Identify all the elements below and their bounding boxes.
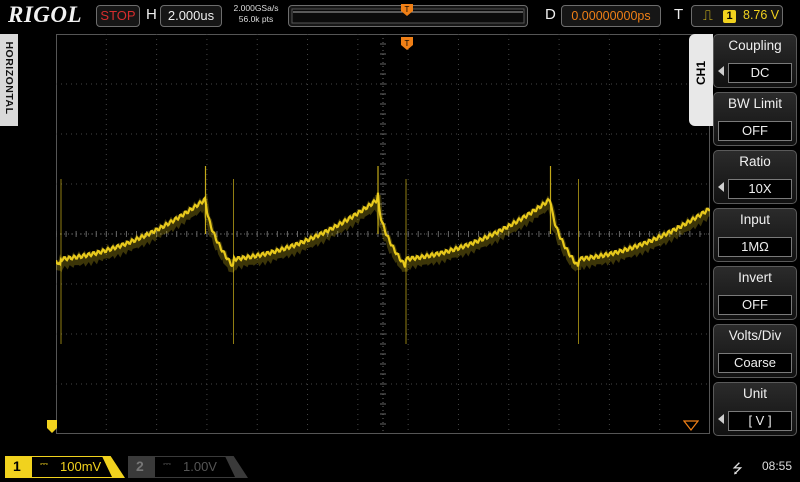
menu-item-value: OFF	[718, 295, 792, 315]
menu-item-value: OFF	[718, 121, 792, 141]
dc-coupling-icon: ⎓	[40, 459, 48, 470]
menu-item-title: BW Limit	[728, 96, 782, 111]
channel-1-scale: 100mV	[60, 459, 102, 474]
trigger-position-marker-icon: T	[401, 4, 413, 16]
menu-item-ratio[interactable]: Ratio 10X	[713, 150, 797, 204]
horizontal-tab-label: HORIZONTAL	[3, 41, 15, 115]
menu-item-title: Unit	[742, 386, 767, 401]
menu-item-invert[interactable]: Invert OFF	[713, 266, 797, 320]
usb-icon: ⭍	[732, 461, 743, 476]
channel-2-info: ⎓ 1.00V	[155, 457, 235, 477]
menu-item-title: Input	[739, 212, 771, 227]
menu-item-value: 1MΩ	[718, 237, 792, 257]
menu-item-title: Coupling	[728, 38, 782, 53]
svg-text:T: T	[405, 39, 410, 48]
rising-edge-icon: ⎍	[703, 7, 713, 23]
brand-logo: RIGOL	[8, 2, 83, 27]
waveform-grid	[56, 34, 710, 434]
menu-item-value: 10X	[728, 179, 792, 199]
acquisition-info: 2.000GSa/s 56.0k pts	[228, 3, 284, 25]
menu-item-title: Ratio	[739, 154, 771, 169]
channel-bar: 1 ⎓ 100mV 2 ⎓ 1.00V ⭍ 08:55	[0, 453, 800, 480]
trigger-settings[interactable]: ⎍ 1 8.76 V	[691, 5, 783, 27]
menu-item-value: Coarse	[718, 353, 792, 373]
chevron-left-icon	[718, 182, 724, 192]
waveform-display[interactable]	[56, 34, 710, 434]
memory-depth: 56.0k pts	[238, 14, 274, 24]
menu-item-bw-limit[interactable]: BW Limit OFF	[713, 92, 797, 146]
ch1-offset-marker-icon[interactable]	[46, 419, 58, 435]
channel-2-badge[interactable]: 2 ⎓ 1.00V	[128, 456, 248, 478]
dc-coupling-icon: ⎓	[163, 459, 171, 470]
menu-item-volts-div[interactable]: Volts/Div Coarse	[713, 324, 797, 378]
trigger-level-marker-icon	[683, 420, 699, 431]
menu-item-value: DC	[728, 63, 792, 83]
memory-overview-bar[interactable]: T	[288, 4, 528, 27]
status-bar: RIGOL STOP H 2.000us 2.000GSa/s 56.0k pt…	[0, 0, 800, 31]
horizontal-side-tab[interactable]: HORIZONTAL	[0, 34, 18, 126]
channel-tab-label: CH1	[694, 61, 708, 86]
run-stop-indicator[interactable]: STOP	[96, 5, 140, 27]
menu-item-title: Invert	[738, 270, 772, 285]
svg-text:T: T	[405, 5, 410, 14]
menu-item-title: Volts/Div	[728, 328, 782, 343]
trigger-time-marker-icon: T	[401, 37, 413, 50]
channel-1-info: ⎓ 100mV	[32, 457, 112, 477]
channel-menu-tab[interactable]: CH1	[689, 34, 713, 126]
menu-item-input[interactable]: Input 1MΩ	[713, 208, 797, 262]
channel-1-number: 1	[13, 458, 21, 474]
trigger-label: T	[674, 6, 684, 23]
menu-item-coupling[interactable]: Coupling DC	[713, 34, 797, 88]
timebase-value[interactable]: 2.000us	[160, 5, 222, 27]
channel-2-scale: 1.00V	[183, 459, 217, 474]
channel-1-badge[interactable]: 1 ⎓ 100mV	[5, 456, 125, 478]
menu-item-unit[interactable]: Unit [ V ]	[713, 382, 797, 436]
menu-item-value: [ V ]	[728, 411, 792, 431]
trigger-source: 1	[723, 10, 736, 23]
delay-label: D	[545, 6, 556, 23]
trigger-level: 8.76 V	[743, 8, 780, 22]
delay-value[interactable]: 0.00000000ps	[561, 5, 661, 27]
sample-rate: 2.000GSa/s	[233, 3, 279, 13]
chevron-left-icon	[718, 66, 724, 76]
channel-2-number: 2	[136, 458, 144, 474]
horizontal-label: H	[146, 6, 157, 23]
clock: 08:55	[762, 459, 793, 473]
chevron-left-icon	[718, 414, 724, 424]
